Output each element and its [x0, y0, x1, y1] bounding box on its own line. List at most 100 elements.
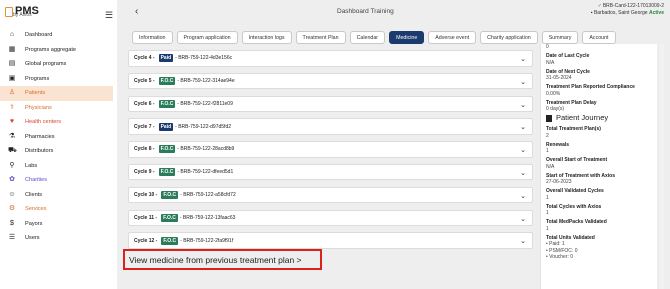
- chevron-down-icon[interactable]: ⌄: [520, 215, 526, 223]
- tab-summary[interactable]: Summary: [541, 31, 579, 44]
- chevron-down-icon[interactable]: ⌄: [520, 237, 526, 245]
- cycle-row[interactable]: Cycle 5 - F.O.C - BRB-759-122-314ae94e ⌄: [128, 72, 533, 90]
- sidebar-item-programs-aggregate[interactable]: ▦ Programs aggregate: [0, 43, 113, 58]
- field-value: 27-06-2023: [546, 179, 572, 185]
- field-value: 1: [546, 225, 549, 232]
- sidebar-item-label: Patients: [25, 90, 46, 97]
- journey-icon: [546, 115, 552, 122]
- card-id: BRB-Card-122-17013009-2: [602, 3, 664, 9]
- tab-treatment-plan[interactable]: Treatment Plan: [295, 31, 346, 44]
- cycle-code: - BRB-759-122-d97d5fd2: [175, 123, 232, 130]
- payment-badge: F.O.C: [161, 236, 179, 245]
- heart-icon: ♥: [9, 118, 15, 126]
- sidebar-item-physicians[interactable]: ⚕ Physicians: [0, 101, 113, 116]
- journey-title: Patient Journey: [556, 113, 609, 123]
- payment-badge: Paid: [158, 122, 174, 131]
- sidebar-item-label: Users: [25, 235, 40, 242]
- cycle-label: Cycle 10 -: [134, 192, 158, 199]
- cycle-row[interactable]: Cycle 7 - Paid - BRB-759-122-d97d5fd2 ⌄: [128, 118, 533, 135]
- physician-icon: ⚕: [10, 103, 14, 111]
- payment-badge: F.O.C: [158, 168, 176, 177]
- sidebar-item-label: Distributors: [25, 148, 54, 155]
- status-badge: Active: [648, 10, 664, 16]
- sidebar-item-global-programs[interactable]: ▤ Global programs: [0, 57, 113, 72]
- payor-icon: $: [10, 219, 14, 227]
- tab-interaction-logs[interactable]: Interaction logs: [241, 31, 292, 44]
- tab-account[interactable]: Account: [582, 31, 616, 44]
- field-value: 0: [546, 44, 549, 50]
- services-icon: ⚙: [8, 205, 16, 213]
- sidebar-item-patients[interactable]: ♙ Patients: [0, 86, 113, 101]
- chevron-down-icon[interactable]: ⌄: [520, 101, 526, 109]
- sidebar-item-services[interactable]: ⚙ Services: [0, 202, 113, 217]
- sidebar-item-payors[interactable]: $ Payors: [0, 217, 113, 232]
- field-value: 31-05-2024: [546, 75, 572, 81]
- sidebar-nav: ⌂ Dashboard ▦ Programs aggregate ▤ Global pro…: [0, 28, 113, 246]
- chevron-down-icon[interactable]: ⌄: [520, 146, 526, 154]
- payment-badge: F.O.C: [158, 99, 176, 108]
- view-previous-medicine-link[interactable]: View medicine from previous treatment pl…: [123, 249, 322, 270]
- tab-information[interactable]: Information: [132, 31, 173, 44]
- cycle-label: Cycle 5 -: [134, 78, 155, 85]
- menu-toggle-icon[interactable]: ☰: [105, 10, 113, 21]
- cycle-label: Cycle 11 -: [134, 214, 158, 221]
- sidebar-item-clients[interactable]: ☺ Clients: [0, 188, 113, 203]
- cycle-label: Cycle 9 -: [134, 169, 155, 176]
- cycle-label: Cycle 12 -: [134, 237, 158, 244]
- payment-badge: F.O.C: [161, 213, 178, 222]
- chevron-down-icon[interactable]: ⌄: [520, 169, 526, 177]
- flag-icon: ▪: [590, 10, 593, 16]
- cycle-row[interactable]: Cycle 11 - F.O.C - BRB-759-122-13faac63 ⌄: [128, 209, 533, 227]
- cycle-label: Cycle 4 -: [134, 55, 155, 62]
- lab-icon: ⚲: [9, 161, 15, 169]
- payment-badge: F.O.C: [158, 145, 176, 154]
- chevron-down-icon[interactable]: ⌄: [520, 55, 526, 63]
- units-item-text: PSM/FOC: 0: [549, 247, 578, 254]
- cycle-code: - BRB-759-122-f2811e09: [177, 100, 233, 107]
- sidebar-item-dashboard[interactable]: ⌂ Dashboard: [0, 28, 113, 43]
- patient-icon: ♙: [8, 89, 16, 97]
- cycle-code: - BRB-759-122-a58cfd72: [180, 192, 236, 199]
- sidebar-item-labs[interactable]: ⚲ Labs: [0, 159, 113, 174]
- cycle-row[interactable]: Cycle 10 - F.O.C - BRB-759-122-a58cfd72 ⌄: [128, 186, 533, 204]
- truck-icon: ⛟: [8, 147, 17, 155]
- chevron-down-icon[interactable]: ⌄: [520, 192, 526, 200]
- tab-charity-application[interactable]: Charity application: [480, 31, 538, 44]
- sidebar-item-label: Pharmacies: [25, 133, 55, 140]
- payment-badge: F.O.C: [158, 77, 176, 86]
- chevron-down-icon[interactable]: ⌄: [520, 78, 526, 86]
- cycle-code: - BRB-759-122-dfeed5d1: [177, 169, 234, 176]
- cycle-row[interactable]: Cycle 8 - F.O.C - BRB-759-122-28acd8b9 ⌄: [128, 141, 533, 158]
- sidebar-item-users[interactable]: ☰ Users: [0, 231, 113, 246]
- sidebar-item-label: Health centers: [25, 119, 62, 126]
- sidebar-item-health-centers[interactable]: ♥ Health centers: [0, 115, 113, 130]
- scrollbar[interactable]: [660, 44, 664, 289]
- gender-icon: ♂: [597, 3, 602, 9]
- units-item-text: Voucher: 0: [549, 254, 574, 260]
- field-value: 0.00%: [546, 90, 561, 97]
- grid-icon: ▦: [8, 45, 16, 53]
- sidebar-item-label: Programs: [25, 75, 50, 82]
- sidebar-item-pharmacies[interactable]: ⚗ Pharmacies: [0, 130, 113, 145]
- patient-summary-panel: 0 Date of Last Cycle N/A Date of Next Cycle…: [540, 44, 657, 289]
- tab-calendar[interactable]: Calendar: [349, 31, 386, 44]
- chevron-down-icon[interactable]: ⌄: [520, 123, 526, 131]
- sidebar-item-programs[interactable]: ▣ Programs: [0, 72, 113, 87]
- tab-medicine[interactable]: Medicine: [389, 31, 425, 44]
- pill-icon: ⚗: [8, 132, 16, 140]
- sidebar-item-charities[interactable]: ✿ Charities: [0, 173, 113, 188]
- cycle-row[interactable]: Cycle 6 - F.O.C - BRB-759-122-f2811e09 ⌄: [128, 95, 533, 113]
- cycle-row[interactable]: Cycle 4 - Paid - BRB-759-122-4d3e156c ⌄: [128, 50, 533, 67]
- cycle-row[interactable]: Cycle 9 - F.O.C - BRB-759-122-dfeed5d1 ⌄: [128, 163, 533, 181]
- cycle-code: - BRB-759-122-13faac63: [179, 214, 236, 221]
- tab-program-application[interactable]: Program application: [176, 31, 238, 44]
- sidebar-item-label: Clients: [25, 191, 43, 198]
- tab-adverse-event[interactable]: Adverse event: [428, 31, 477, 44]
- back-arrow-icon[interactable]: ‹: [135, 6, 138, 17]
- cycle-code: - BRB-759-122-28acd8b9: [177, 146, 235, 153]
- sidebar-item-label: Services: [25, 206, 47, 213]
- sidebar-item-distributors[interactable]: ⛟ Distributors: [0, 144, 113, 159]
- cycle-code: - BRB-759-122-314ae94e: [177, 78, 235, 85]
- top-bar: ‹ Dashboard Training ♂ BRB-Card-122-1701…: [117, 0, 670, 24]
- cycle-row[interactable]: Cycle 12 - F.O.C - BRB-759-122-2fa9f91f ⌄: [128, 232, 533, 249]
